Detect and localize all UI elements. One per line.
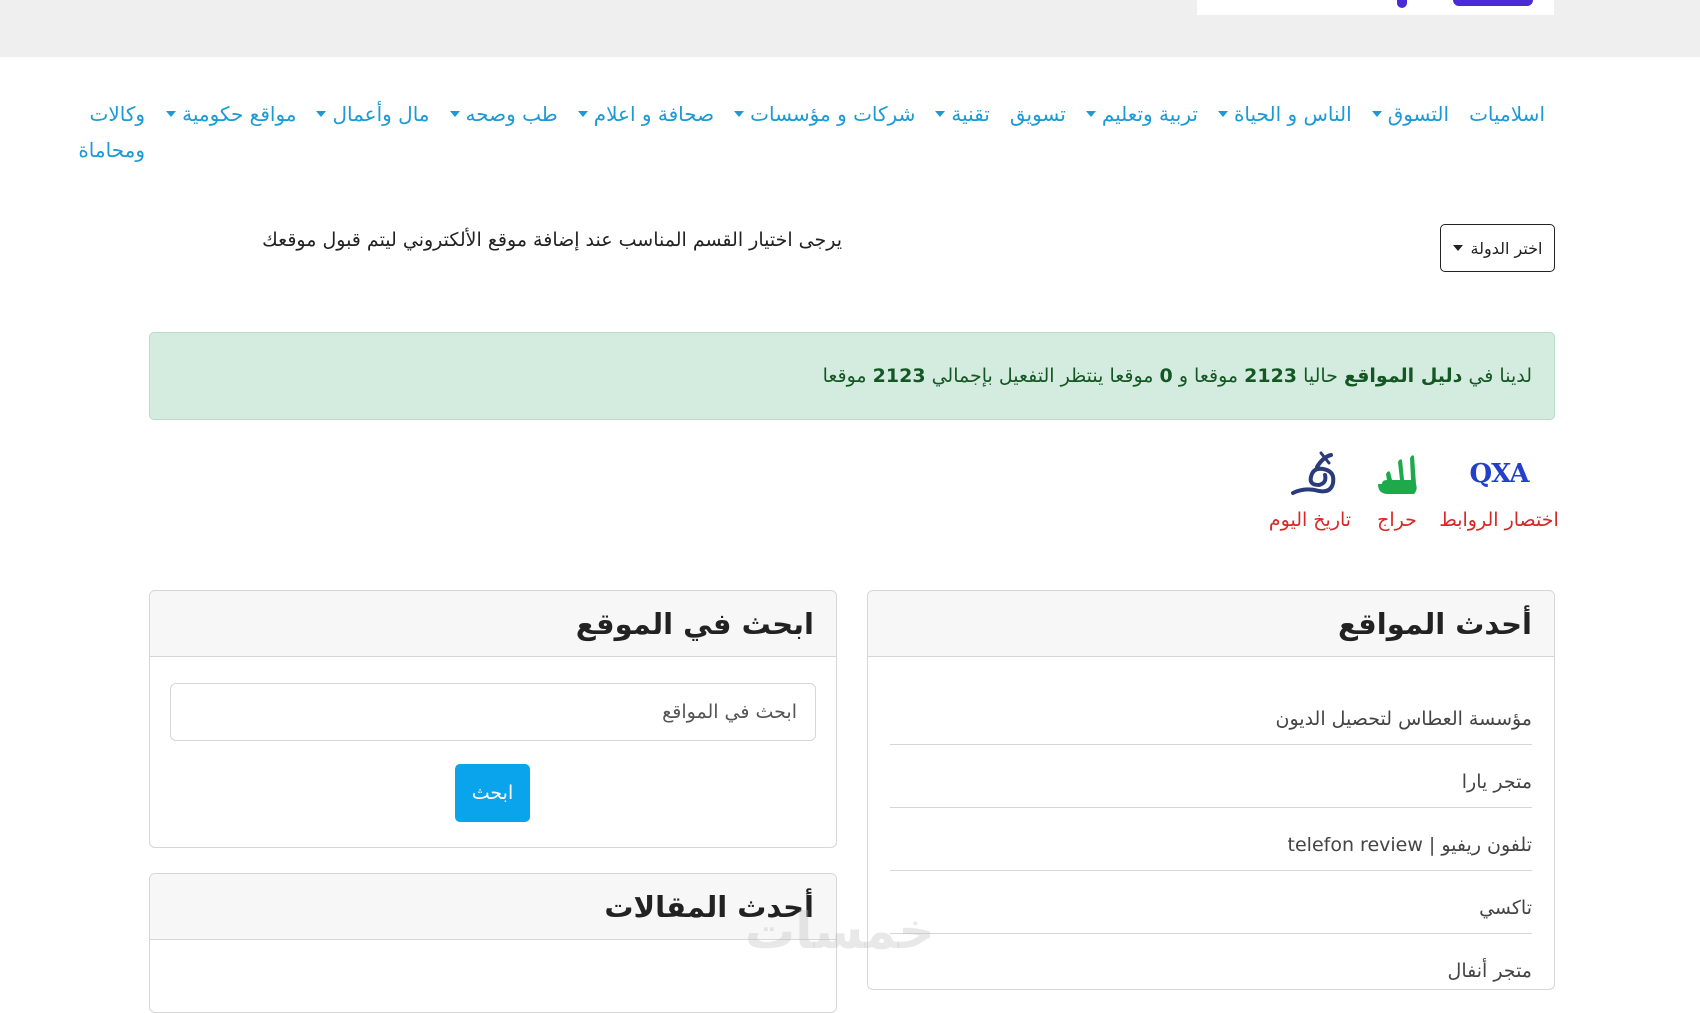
- partner-label: حراج: [1377, 509, 1417, 531]
- site-search-title: ابحث في الموقع: [150, 591, 836, 657]
- notice-text: يرجى اختيار القسم المناسب عند إضافة موقع…: [262, 229, 842, 251]
- qxa-logo-text: QXA: [1469, 459, 1529, 489]
- latest-sites-card: أحدث المواقع مؤسسة العطاس لتحصيل الديون …: [867, 590, 1555, 990]
- list-item[interactable]: متجر أنفال: [890, 934, 1532, 989]
- partner-label: اختصار الروابط: [1439, 509, 1559, 531]
- site-logo[interactable]: [1197, 0, 1554, 15]
- caret-down-icon: [316, 111, 327, 117]
- caret-down-icon: [1452, 245, 1463, 251]
- watermark: خمسات: [745, 902, 935, 960]
- caret-down-icon: [734, 111, 745, 117]
- latest-sites-list: مؤسسة العطاس لتحصيل الديون متجر يارا تلف…: [868, 657, 1554, 989]
- alert-prefix: لدينا في: [1468, 365, 1532, 387]
- partner-links: QXA اختصار الروابط حراج تاريخ اليوم: [1230, 445, 1560, 545]
- logo-mark: [1453, 0, 1533, 6]
- nav-item-business[interactable]: مال وأعمال: [316, 96, 430, 132]
- nav-item-education[interactable]: تربية وتعليم: [1085, 96, 1198, 132]
- caret-down-icon: [449, 111, 460, 117]
- nav-item-press[interactable]: صحافة و اعلام: [577, 96, 715, 132]
- partner-haraj[interactable]: حراج: [1367, 445, 1427, 531]
- search-button[interactable]: ابحث: [455, 764, 530, 822]
- list-item[interactable]: مؤسسة العطاس لتحصيل الديون: [890, 657, 1532, 745]
- alert-text: موقعا ينتظر التفعيل بإجمالي: [931, 365, 1154, 387]
- list-item[interactable]: تاكسي: [890, 871, 1532, 934]
- nav-item-government[interactable]: مواقع حكومية: [166, 96, 296, 132]
- list-item[interactable]: متجر يارا: [890, 745, 1532, 808]
- country-select[interactable]: اختر الدولة: [1440, 224, 1555, 272]
- alert-text: موقعا و: [1178, 365, 1239, 387]
- logo-dot: [1397, 0, 1407, 8]
- hijri-calligraphy-icon: [1291, 451, 1336, 495]
- caret-down-icon: [577, 111, 588, 117]
- nav-item-tech[interactable]: تقنية: [935, 96, 990, 132]
- nav-item-health[interactable]: طب وصحه: [449, 96, 558, 132]
- search-input[interactable]: [170, 683, 816, 741]
- partner-label: تاريخ اليوم: [1268, 509, 1352, 531]
- nav-item-people-life[interactable]: الناس و الحياة: [1217, 96, 1352, 132]
- nav-item-marketing[interactable]: تسويق: [1010, 96, 1066, 132]
- nav-label: مال وأعمال: [332, 102, 430, 126]
- list-item[interactable]: تلفون ريفيو | telefon review: [890, 808, 1532, 871]
- haraj-logo: [1367, 445, 1427, 503]
- caret-down-icon: [166, 111, 177, 117]
- nav-label: تربية وتعليم: [1101, 102, 1198, 126]
- nav-label: شركات و مؤسسات: [750, 102, 916, 126]
- qxa-logo: QXA: [1438, 445, 1560, 503]
- latest-articles-title: أحدث المقالات: [150, 874, 836, 940]
- stats-alert: لدينا في دليل المواقع حاليا 2123 موقعا و…: [149, 332, 1555, 420]
- nav-label: طب وصحه: [465, 102, 558, 126]
- latest-articles-card: أحدث المقالات: [149, 873, 837, 1013]
- nav-label: تسويق: [1009, 102, 1066, 126]
- site-search-card: ابحث في الموقع ابحث: [149, 590, 837, 848]
- alert-text: موقعا: [822, 365, 867, 387]
- top-bar: [0, 0, 1700, 57]
- nav-label: الناس و الحياة: [1233, 102, 1352, 126]
- nav-label: تقنية: [951, 102, 990, 126]
- caret-down-icon: [1085, 111, 1096, 117]
- nav-item-shopping[interactable]: التسوق: [1371, 96, 1450, 132]
- active-count: 2123: [1244, 365, 1298, 387]
- caret-down-icon: [1217, 111, 1228, 117]
- total-count: 2123: [872, 365, 926, 387]
- nav-label: اسلاميات: [1469, 102, 1545, 126]
- main-nav: اسلاميات التسوق الناس و الحياة تربية وتع…: [55, 96, 1545, 132]
- nav-item-islamiyat[interactable]: اسلاميات: [1469, 96, 1545, 132]
- nav-label: صحافة و اعلام: [593, 102, 715, 126]
- partner-today-date[interactable]: تاريخ اليوم: [1260, 445, 1360, 531]
- pending-count: 0: [1159, 365, 1173, 387]
- partner-qxa[interactable]: QXA اختصار الروابط: [1438, 445, 1560, 531]
- nav-item-companies[interactable]: شركات و مؤسسات: [734, 96, 915, 132]
- haraj-icon: [1378, 455, 1417, 494]
- caret-down-icon: [935, 111, 946, 117]
- alert-site-name: دليل المواقع: [1343, 365, 1463, 387]
- nav-item-agencies-law[interactable]: وكالات ومحاماة: [70, 96, 145, 168]
- alert-text: حاليا: [1303, 365, 1338, 387]
- latest-sites-title: أحدث المواقع: [868, 591, 1554, 657]
- stats-text: لدينا في دليل المواقع حاليا 2123 موقعا و…: [823, 365, 1532, 387]
- caret-down-icon: [1371, 111, 1382, 117]
- nav-label: التسوق: [1387, 102, 1450, 126]
- calendar-hijri-logo: [1260, 445, 1360, 503]
- nav-label: مواقع حكومية: [182, 102, 297, 126]
- country-select-label: اختر الدولة: [1470, 238, 1543, 258]
